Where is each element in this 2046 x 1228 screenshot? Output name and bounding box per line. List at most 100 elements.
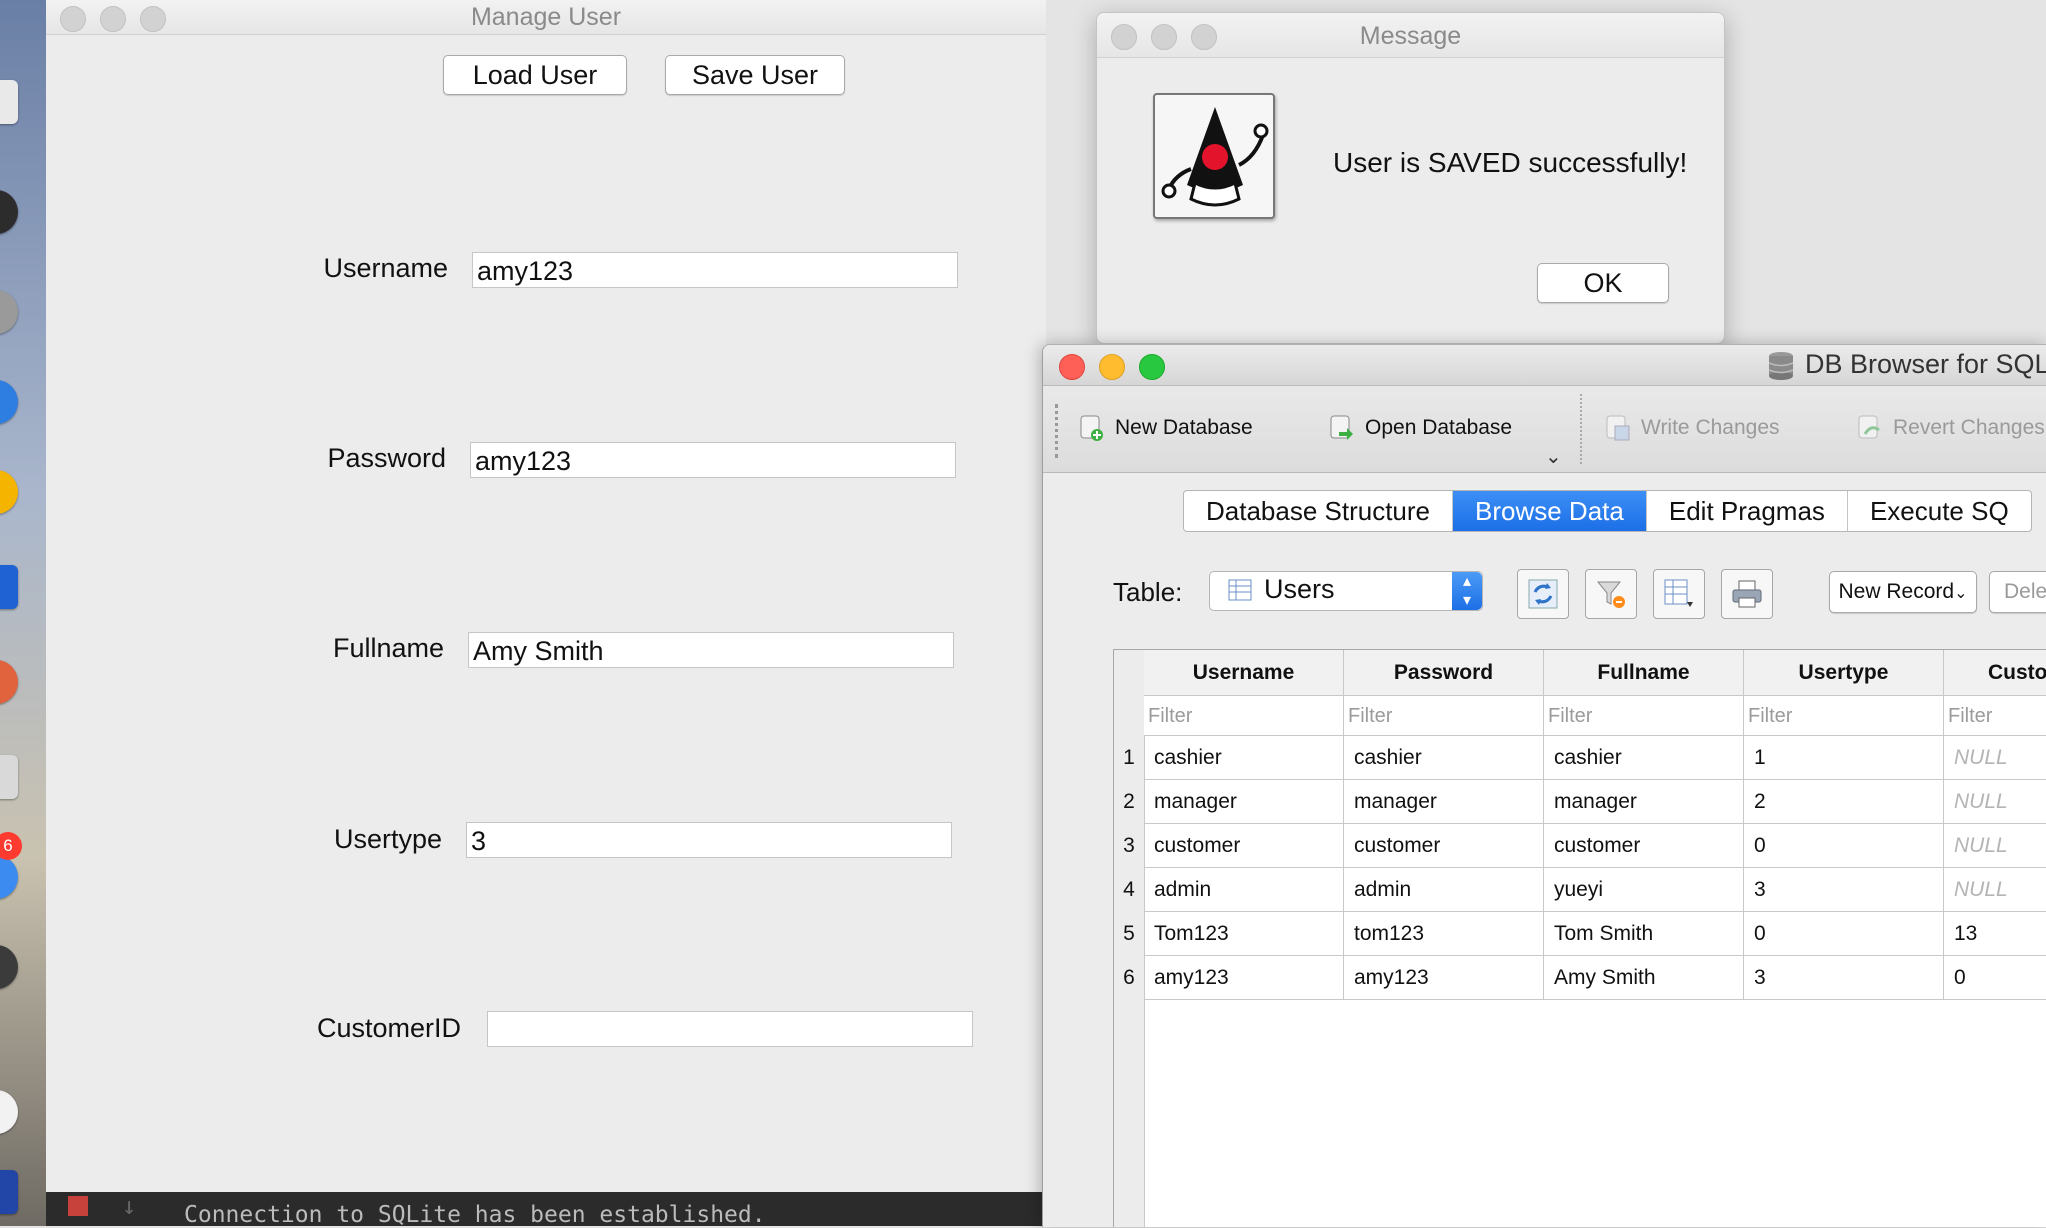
minimize-button[interactable] <box>1151 24 1177 50</box>
filter-input[interactable]: Filter <box>1344 696 1544 736</box>
username-field[interactable]: amy123 <box>472 252 958 288</box>
clear-filters-button[interactable] <box>1585 569 1637 619</box>
table-select[interactable]: Users ▴ ▾ <box>1209 571 1483 611</box>
table-cell[interactable]: manager <box>1144 780 1344 824</box>
table-cell[interactable]: admin <box>1144 868 1344 912</box>
table-cell[interactable]: tom123 <box>1344 912 1544 956</box>
table-cell[interactable]: 0 <box>1944 956 2046 1000</box>
table-cell[interactable]: Tom123 <box>1144 912 1344 956</box>
revert-changes-button[interactable]: Revert Changes <box>1857 412 2045 444</box>
row-number[interactable]: 1 <box>1114 736 1144 780</box>
zoom-button[interactable] <box>140 6 166 32</box>
db-browser-titlebar: DB Browser for SQL <box>1043 345 2046 386</box>
table-cell[interactable]: 0 <box>1744 824 1944 868</box>
zoom-button[interactable] <box>1191 24 1217 50</box>
write-changes-button[interactable]: Write Changes <box>1605 412 1780 444</box>
table-cell[interactable]: amy123 <box>1144 956 1344 1000</box>
chevron-down-icon[interactable]: ⌄ <box>1545 444 1562 469</box>
table-cell[interactable]: cashier <box>1344 736 1544 780</box>
table-cell[interactable]: customer <box>1144 824 1344 868</box>
stop-icon[interactable] <box>68 1196 88 1216</box>
table-cell[interactable]: 1 <box>1744 736 1944 780</box>
table-cell[interactable]: manager <box>1544 780 1744 824</box>
dock-app-icon[interactable] <box>0 290 18 334</box>
usertype-label: Usertype <box>333 824 442 854</box>
table-cell[interactable]: customer <box>1344 824 1544 868</box>
column-header[interactable]: Usertype <box>1744 650 1944 696</box>
table-cell[interactable]: admin <box>1344 868 1544 912</box>
table-cell[interactable]: NULL <box>1944 780 2046 824</box>
table-cell[interactable]: cashier <box>1544 736 1744 780</box>
table-cell[interactable]: customer <box>1544 824 1744 868</box>
filter-input[interactable]: Filter <box>1544 696 1744 736</box>
filter-input[interactable]: Filter <box>1744 696 1944 736</box>
close-button[interactable] <box>60 6 86 32</box>
minimize-button[interactable] <box>100 6 126 32</box>
column-header[interactable]: Username <box>1144 650 1344 696</box>
close-button[interactable] <box>1111 24 1137 50</box>
filter-input[interactable]: Filter <box>1944 696 2046 736</box>
row-number[interactable]: 3 <box>1114 824 1144 868</box>
row-number[interactable]: 4 <box>1114 868 1144 912</box>
save-table-icon <box>1664 579 1693 607</box>
dock-app-icon[interactable] <box>0 380 18 424</box>
save-table-button[interactable] <box>1653 569 1705 619</box>
table-cell[interactable]: 3 <box>1744 956 1944 1000</box>
dock-app-icon[interactable] <box>0 945 18 989</box>
column-header[interactable]: Custo <box>1944 650 2046 696</box>
fullname-field[interactable]: Amy Smith <box>468 632 954 668</box>
manage-user-window: Manage User Load User Save User Username… <box>46 0 1046 1226</box>
print-button[interactable] <box>1721 569 1773 619</box>
dock-app-icon[interactable] <box>0 755 18 799</box>
table-cell[interactable]: yueyi <box>1544 868 1744 912</box>
arrow-down-icon[interactable]: ↓ <box>122 1192 136 1220</box>
table-cell[interactable]: cashier <box>1144 736 1344 780</box>
table-cell[interactable]: manager <box>1344 780 1544 824</box>
delete-record-button[interactable]: Dele <box>1989 571 2046 613</box>
dock-app-icon[interactable] <box>0 1170 18 1214</box>
minimize-button[interactable] <box>1099 354 1125 380</box>
zoom-button[interactable] <box>1139 354 1165 380</box>
refresh-button[interactable] <box>1517 569 1569 619</box>
table-cell[interactable]: amy123 <box>1344 956 1544 1000</box>
tab-execute-sql[interactable]: Execute SQ <box>1848 491 2031 531</box>
new-record-button[interactable]: New Record⌄ <box>1829 571 1977 613</box>
table-cell[interactable]: NULL <box>1944 824 2046 868</box>
toolbar-separator <box>1580 394 1582 464</box>
usertype-field[interactable]: 3 <box>466 822 952 858</box>
open-database-button[interactable]: Open Database <box>1329 412 1512 444</box>
tab-database-structure[interactable]: Database Structure <box>1184 491 1454 531</box>
customerid-field[interactable] <box>487 1011 973 1047</box>
toolbar-grip[interactable] <box>1055 404 1061 458</box>
table-cell[interactable]: Tom Smith <box>1544 912 1744 956</box>
column-header[interactable]: Password <box>1344 650 1544 696</box>
dock-app-icon[interactable] <box>0 1090 18 1134</box>
dock-app-icon[interactable] <box>0 660 18 704</box>
password-field[interactable]: amy123 <box>470 442 956 478</box>
row-number[interactable]: 2 <box>1114 780 1144 824</box>
new-database-button[interactable]: New Database <box>1079 412 1253 444</box>
tab-edit-pragmas[interactable]: Edit Pragmas <box>1647 491 1848 531</box>
table-cell[interactable]: NULL <box>1944 868 2046 912</box>
table-cell[interactable]: 0 <box>1744 912 1944 956</box>
print-icon <box>1732 580 1762 608</box>
column-header[interactable]: Fullname <box>1544 650 1744 696</box>
dock-app-icon[interactable] <box>0 80 18 124</box>
close-button[interactable] <box>1059 354 1085 380</box>
table-cell[interactable]: Amy Smith <box>1544 956 1744 1000</box>
row-number[interactable]: 5 <box>1114 912 1144 956</box>
tab-browse-data[interactable]: Browse Data <box>1453 491 1647 531</box>
dock-app-icon[interactable] <box>0 855 18 899</box>
load-user-button[interactable]: Load User <box>443 55 627 95</box>
dock-app-icon[interactable] <box>0 470 18 514</box>
filter-input[interactable]: Filter <box>1144 696 1344 736</box>
table-cell[interactable]: 3 <box>1744 868 1944 912</box>
ok-button[interactable]: OK <box>1537 263 1669 303</box>
dock-app-icon[interactable] <box>0 190 18 234</box>
save-user-button[interactable]: Save User <box>665 55 845 95</box>
dock-app-icon[interactable] <box>0 565 18 609</box>
table-cell[interactable]: NULL <box>1944 736 2046 780</box>
row-number[interactable]: 6 <box>1114 956 1144 1000</box>
table-cell[interactable]: 2 <box>1744 780 1944 824</box>
table-cell[interactable]: 13 <box>1944 912 2046 956</box>
